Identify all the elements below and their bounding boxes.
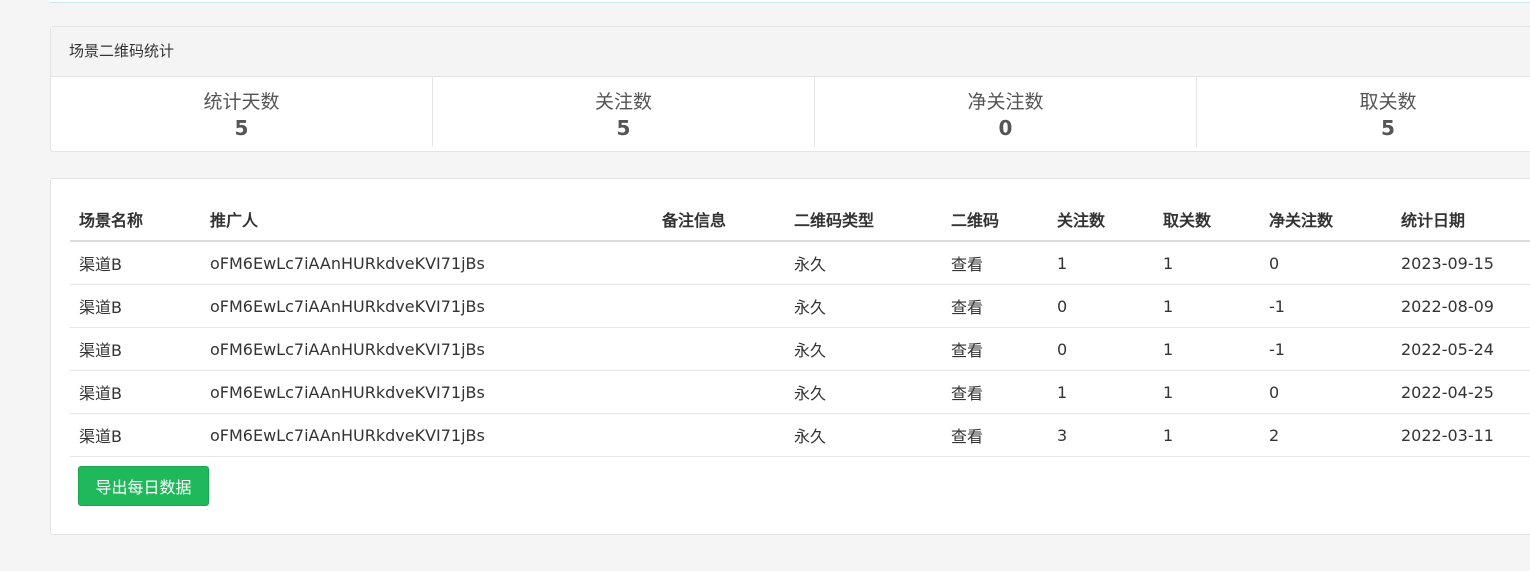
cell-date: 2023-09-15 (1392, 241, 1530, 285)
cell-qr-type: 永久 (785, 370, 942, 414)
stats-panel-title: 场景二维码统计 (51, 27, 1530, 77)
cell-promoter: oFM6EwLc7iAAnHURkdveKVI71jBs (201, 241, 653, 285)
table-row: 渠道B oFM6EwLc7iAAnHURkdveKVI71jBs 永久 查看 0… (70, 284, 1530, 328)
column-header-follows: 关注数 (1048, 198, 1154, 242)
cell-qr-type: 永久 (785, 327, 942, 371)
cell-unfollows: 1 (1154, 370, 1260, 414)
table-row: 渠道B oFM6EwLc7iAAnHURkdveKVI71jBs 永久 查看 3… (70, 413, 1530, 457)
stat-days: 统计天数 5 (51, 77, 433, 147)
cell-remark (653, 413, 785, 457)
cell-promoter: oFM6EwLc7iAAnHURkdveKVI71jBs (201, 327, 653, 371)
table-row: 渠道B oFM6EwLc7iAAnHURkdveKVI71jBs 永久 查看 0… (70, 327, 1530, 371)
cell-follows: 3 (1048, 413, 1154, 457)
cell-date: 2022-03-11 (1392, 413, 1530, 457)
stat-follows: 关注数 5 (433, 77, 815, 147)
cell-remark (653, 284, 785, 328)
cell-date: 2022-05-24 (1392, 327, 1530, 371)
cell-remark (653, 327, 785, 371)
cell-qr-type: 永久 (785, 241, 942, 285)
cell-follows: 0 (1048, 284, 1154, 328)
view-qr-link[interactable]: 查看 (942, 284, 1048, 328)
cell-date: 2022-08-09 (1392, 284, 1530, 328)
column-header-qr-type: 二维码类型 (785, 198, 942, 242)
view-qr-link[interactable]: 查看 (942, 327, 1048, 371)
cell-date: 2022-04-25 (1392, 370, 1530, 414)
column-header-scene-name: 场景名称 (70, 198, 201, 242)
stats-row: 统计天数 5 关注数 5 净关注数 0 取关数 5 (51, 77, 1530, 153)
column-header-remark: 备注信息 (653, 198, 785, 242)
stat-label: 净关注数 (967, 91, 1044, 113)
cell-net-follows: -1 (1260, 327, 1392, 371)
cell-follows: 1 (1048, 241, 1154, 285)
cell-scene-name: 渠道B (70, 241, 201, 285)
table-row: 渠道B oFM6EwLc7iAAnHURkdveKVI71jBs 永久 查看 1… (70, 241, 1530, 285)
cell-unfollows: 1 (1154, 413, 1260, 457)
cell-scene-name: 渠道B (70, 370, 201, 414)
stat-net-follows: 净关注数 0 (815, 77, 1197, 147)
cell-promoter: oFM6EwLc7iAAnHURkdveKVI71jBs (201, 370, 653, 414)
column-header-qr-code: 二维码 (942, 198, 1048, 242)
cell-net-follows: 2 (1260, 413, 1392, 457)
cell-remark (653, 241, 785, 285)
stat-value: 0 (998, 116, 1013, 140)
cell-scene-name: 渠道B (70, 284, 201, 328)
cell-unfollows: 1 (1154, 284, 1260, 328)
column-header-date: 统计日期 (1392, 198, 1530, 242)
cell-net-follows: -1 (1260, 284, 1392, 328)
cell-net-follows: 0 (1260, 370, 1392, 414)
top-panel-edge (50, 0, 1530, 3)
export-daily-data-button[interactable]: 导出每日数据 (78, 466, 209, 506)
view-qr-link[interactable]: 查看 (942, 413, 1048, 457)
column-header-promoter: 推广人 (201, 198, 653, 242)
view-qr-link[interactable]: 查看 (942, 370, 1048, 414)
table-row: 渠道B oFM6EwLc7iAAnHURkdveKVI71jBs 永久 查看 1… (70, 370, 1530, 414)
stats-panel: 场景二维码统计 统计天数 5 关注数 5 净关注数 0 取关数 5 (50, 26, 1530, 152)
cell-qr-type: 永久 (785, 284, 942, 328)
stat-value: 5 (234, 116, 249, 140)
stat-unfollows: 取关数 5 (1197, 77, 1530, 147)
cell-follows: 0 (1048, 327, 1154, 371)
view-qr-link[interactable]: 查看 (942, 241, 1048, 285)
cell-follows: 1 (1048, 370, 1154, 414)
column-header-unfollows: 取关数 (1154, 198, 1260, 242)
cell-remark (653, 370, 785, 414)
cell-net-follows: 0 (1260, 241, 1392, 285)
cell-scene-name: 渠道B (70, 413, 201, 457)
cell-unfollows: 1 (1154, 241, 1260, 285)
cell-promoter: oFM6EwLc7iAAnHURkdveKVI71jBs (201, 413, 653, 457)
stat-label: 统计天数 (203, 91, 280, 113)
cell-scene-name: 渠道B (70, 327, 201, 371)
cell-promoter: oFM6EwLc7iAAnHURkdveKVI71jBs (201, 284, 653, 328)
stat-label: 取关数 (1359, 91, 1417, 113)
daily-stats-panel: 场景名称 推广人 备注信息 二维码类型 二维码 关注数 取关数 净关注数 统计日… (50, 178, 1530, 535)
daily-stats-table: 场景名称 推广人 备注信息 二维码类型 二维码 关注数 取关数 净关注数 统计日… (70, 198, 1530, 457)
column-header-net-follows: 净关注数 (1260, 198, 1392, 242)
stat-value: 5 (1381, 116, 1395, 140)
stat-value: 5 (616, 116, 631, 140)
cell-qr-type: 永久 (785, 413, 942, 457)
cell-unfollows: 1 (1154, 327, 1260, 371)
table-header-row: 场景名称 推广人 备注信息 二维码类型 二维码 关注数 取关数 净关注数 统计日… (70, 198, 1530, 242)
stat-label: 关注数 (594, 91, 652, 113)
